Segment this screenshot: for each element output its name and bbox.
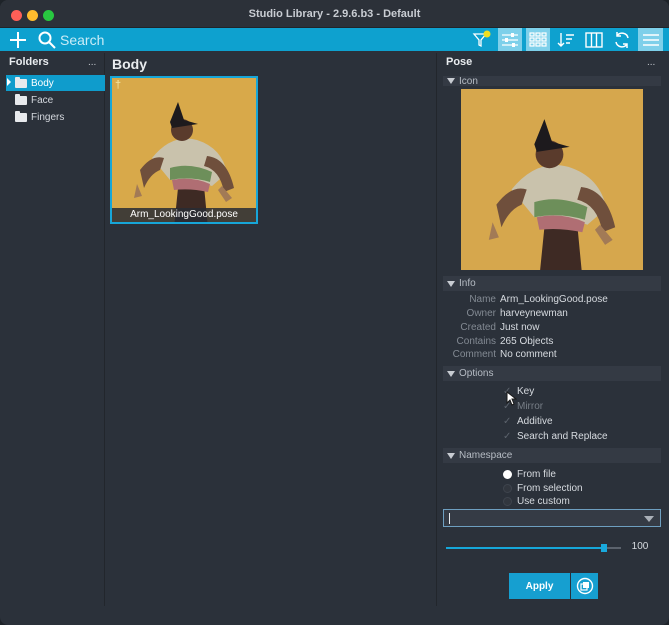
pin-icon: †	[115, 79, 122, 91]
folder-item-face[interactable]: Face	[6, 92, 105, 108]
collapse-triangle-icon	[447, 452, 455, 459]
menu-icon[interactable]	[638, 28, 663, 51]
character-preview-image	[461, 89, 643, 270]
info-key: Owner	[466, 308, 496, 319]
option-label: Search and Replace	[517, 430, 608, 442]
folder-label: Fingers	[31, 111, 65, 123]
pose-item-thumbnail[interactable]: † Arm_LookingGood.pose	[110, 76, 258, 224]
option-label: Key	[517, 385, 535, 397]
icon-section-header[interactable]: Icon	[443, 76, 661, 86]
radio-icon	[503, 469, 512, 479]
radio-label: From file	[517, 468, 556, 480]
radio-icon	[503, 483, 512, 493]
sliders-icon[interactable]	[498, 28, 522, 51]
option-label: Additive	[517, 415, 553, 427]
search-icon[interactable]	[36, 28, 58, 51]
radio-label: From selection	[517, 482, 583, 494]
info-value: 265 Objects	[500, 336, 554, 347]
blend-value-field[interactable]: 100	[627, 539, 653, 555]
title-bar: Studio Library - 2.9.6.b3 - Default	[0, 0, 669, 28]
items-heading: Body	[112, 56, 147, 72]
namespace-use-custom-radio[interactable]: Use custom	[503, 494, 570, 508]
info-value: Arm_LookingGood.pose	[500, 294, 608, 305]
option-search-replace-checkbox[interactable]: ✓ Search and Replace	[503, 429, 608, 443]
folder-icon	[15, 76, 27, 88]
radio-icon	[503, 496, 512, 506]
namespace-section-header[interactable]: Namespace	[443, 448, 661, 463]
folders-menu-button[interactable]: ...	[88, 57, 96, 68]
pose-menu-button[interactable]: ...	[647, 57, 655, 68]
folder-icon	[15, 110, 27, 122]
filter-icon[interactable]	[471, 28, 493, 51]
info-row-contains: Contains 265 Objects	[440, 336, 663, 350]
checkbox-icon: ✓	[503, 415, 512, 427]
pose-details-panel: Pose ... Icon Info Name Arm_LookingGood.…	[440, 53, 663, 606]
info-key: Created	[460, 322, 496, 333]
folders-panel: Folders ... Body Face Fingers	[6, 53, 105, 606]
info-key: Comment	[452, 349, 496, 360]
folder-label: Face	[31, 94, 54, 106]
apply-button[interactable]: Apply	[509, 573, 570, 599]
mouse-cursor-icon	[506, 391, 517, 406]
info-row-owner: Owner harveynewman	[440, 308, 663, 322]
window-title: Studio Library - 2.9.6.b3 - Default	[248, 8, 421, 20]
info-key: Contains	[456, 336, 496, 347]
plus-icon[interactable]	[6, 28, 30, 51]
pose-icon-preview	[461, 89, 643, 270]
grid-icon[interactable]	[526, 28, 550, 51]
refresh-icon[interactable]	[611, 28, 633, 51]
info-value: Just now	[500, 322, 540, 333]
options-section-label: Options	[459, 368, 494, 379]
collapse-triangle-icon	[447, 280, 455, 287]
toolbar: Search	[0, 28, 669, 51]
expand-arrow-icon[interactable]	[7, 78, 11, 86]
slider-handle[interactable]	[600, 544, 607, 552]
pose-heading: Pose	[446, 56, 473, 68]
collapse-triangle-icon	[447, 78, 455, 84]
info-key: Name	[469, 294, 496, 305]
folder-label: Body	[31, 77, 54, 89]
slider-fill	[446, 547, 604, 549]
info-section-label: Info	[459, 278, 476, 289]
folder-item-fingers[interactable]: Fingers	[6, 109, 105, 125]
checkbox-icon: ✓	[503, 430, 512, 442]
items-panel: Body † Arm_LookingGood.pose	[107, 53, 437, 606]
pose-item-label: Arm_LookingGood.pose	[112, 208, 256, 222]
options-section-header[interactable]: Options	[443, 366, 661, 381]
namespace-section-label: Namespace	[459, 450, 513, 461]
search-input[interactable]: Search	[60, 32, 104, 48]
namespace-combo-box[interactable]	[443, 509, 661, 527]
text-cursor	[449, 513, 450, 524]
apply-options-button[interactable]	[571, 573, 598, 599]
option-additive-checkbox[interactable]: ✓ Additive	[503, 414, 553, 428]
folder-icon	[15, 93, 27, 105]
info-row-created: Created Just now	[440, 322, 663, 336]
namespace-from-file-radio[interactable]: From file	[503, 467, 556, 481]
namespace-from-selection-radio[interactable]: From selection	[503, 481, 583, 495]
info-row-name: Name Arm_LookingGood.pose	[440, 294, 663, 308]
chevron-down-icon[interactable]	[644, 516, 654, 522]
blend-slider[interactable]	[446, 544, 621, 552]
info-row-comment: Comment No comment	[440, 349, 663, 363]
option-label: Mirror	[517, 400, 544, 412]
radio-label: Use custom	[517, 495, 570, 507]
sort-icon[interactable]	[555, 28, 577, 51]
folders-heading: Folders	[9, 56, 49, 68]
info-value: harveynewman	[500, 308, 568, 319]
columns-icon[interactable]	[583, 28, 605, 51]
link-icon	[576, 577, 593, 595]
icon-section-label: Icon	[459, 76, 478, 86]
studio-library-window: Studio Library - 2.9.6.b3 - Default Sear…	[0, 0, 669, 625]
folder-item-body[interactable]: Body	[6, 75, 105, 91]
collapse-triangle-icon	[447, 370, 455, 377]
info-value: No comment	[500, 349, 557, 360]
character-thumbnail-image	[112, 78, 256, 222]
info-section-header[interactable]: Info	[443, 276, 661, 291]
